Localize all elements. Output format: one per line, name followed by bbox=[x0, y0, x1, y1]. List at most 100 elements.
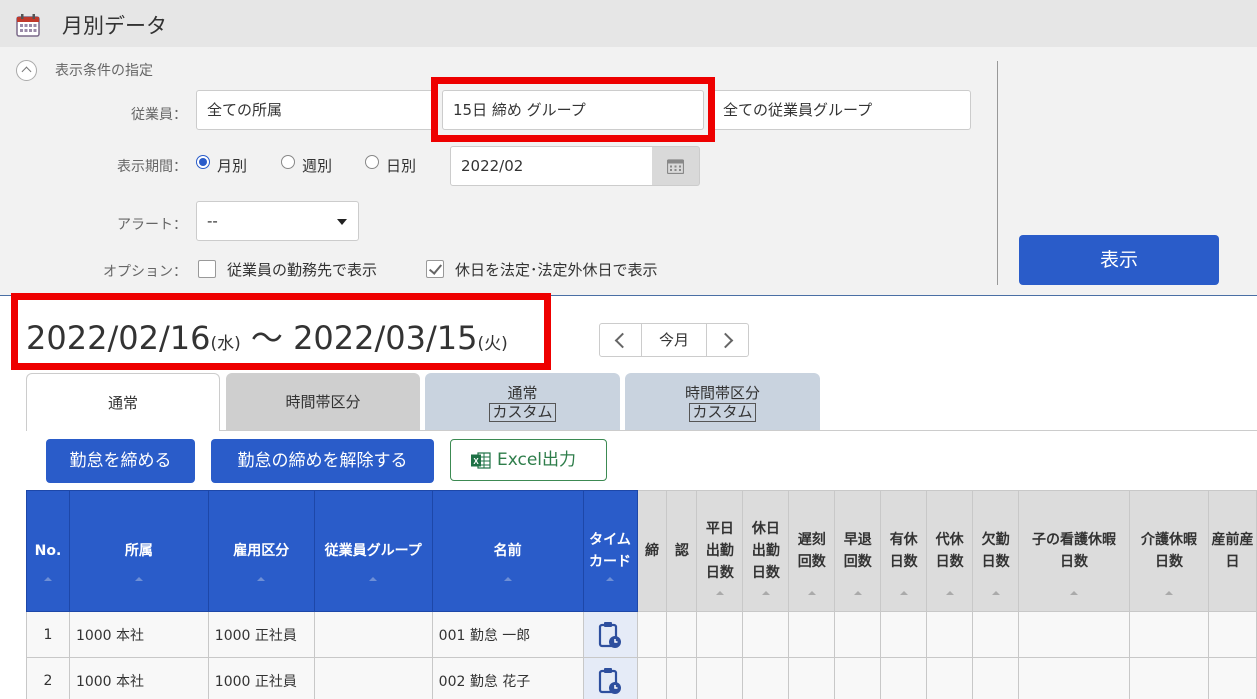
col-comp-line2: 日数 bbox=[935, 554, 964, 570]
affiliation-select[interactable]: 全ての所属 bbox=[196, 90, 436, 130]
chevron-left-icon[interactable] bbox=[600, 324, 642, 356]
alert-select-value: -- bbox=[207, 212, 218, 230]
tab-time-zone-custom[interactable]: 時間帯区分 カスタム bbox=[625, 373, 820, 431]
cell-absent bbox=[972, 657, 1020, 699]
col-late-line2: 回数 bbox=[797, 554, 826, 570]
col-approve: 認 bbox=[666, 490, 698, 612]
col-weekday-line2: 出勤 bbox=[705, 543, 734, 559]
col-nursing-leave-days[interactable]: 介護休暇 日数 bbox=[1129, 490, 1209, 612]
cell-close[interactable] bbox=[636, 611, 668, 658]
show-button[interactable]: 表示 bbox=[1019, 235, 1219, 285]
col-holiday-workdays[interactable]: 休日 出勤 日数 bbox=[742, 490, 790, 612]
cell-paid bbox=[880, 657, 928, 699]
col-paid-line1: 有休 bbox=[889, 532, 918, 548]
holiday-option-label[interactable]: 休日を法定･法定外休日で表示 bbox=[455, 259, 658, 280]
cell-employment: 1000 正社員 bbox=[207, 657, 315, 699]
col-maternity-leave-days[interactable]: 産前産日 bbox=[1207, 490, 1257, 612]
cell-holiday bbox=[742, 657, 790, 699]
cell-childcare bbox=[1018, 657, 1130, 699]
calendar-small-icon bbox=[667, 159, 684, 174]
col-timecard-line1: タイム bbox=[589, 532, 631, 548]
col-close: 締 bbox=[636, 490, 668, 612]
employee-group-select[interactable]: 全ての従業員グループ bbox=[712, 90, 971, 130]
tab-time-zone[interactable]: 時間帯区分 bbox=[226, 373, 420, 431]
col-holiday-line3: 日数 bbox=[751, 565, 780, 581]
cell-approve[interactable] bbox=[666, 657, 698, 699]
alert-select[interactable]: -- bbox=[196, 201, 359, 241]
period-monthly-label[interactable]: 月別 bbox=[217, 155, 247, 176]
tab-normal-custom[interactable]: 通常 カスタム bbox=[425, 373, 620, 431]
period-weekly-radio[interactable] bbox=[281, 155, 295, 169]
cell-close[interactable] bbox=[636, 657, 668, 699]
col-weekday-workdays[interactable]: 平日 出勤 日数 bbox=[696, 490, 744, 612]
col-employment[interactable]: 雇用区分 bbox=[207, 490, 315, 612]
cell-absent bbox=[972, 611, 1020, 658]
cell-affiliation: 1000 本社 bbox=[68, 657, 209, 699]
cell-timecard[interactable] bbox=[582, 657, 638, 699]
workplace-checkbox[interactable] bbox=[198, 260, 216, 278]
tab-time-zone-custom-label: 時間帯区分 bbox=[684, 384, 760, 402]
col-maternity-line1: 産前産 bbox=[1211, 532, 1254, 548]
period-daily-radio[interactable] bbox=[365, 155, 379, 169]
col-absent-line1: 欠勤 bbox=[981, 532, 1010, 548]
col-affiliation[interactable]: 所属 bbox=[68, 490, 209, 612]
col-paid-line2: 日数 bbox=[889, 554, 918, 570]
col-name[interactable]: 名前 bbox=[431, 490, 584, 612]
excel-export-button[interactable]: X Excel出力 bbox=[450, 439, 607, 481]
workplace-option-label[interactable]: 従業員の勤務先で表示 bbox=[227, 259, 377, 280]
period-weekly-label[interactable]: 週別 bbox=[302, 155, 332, 176]
col-early-count[interactable]: 早退 回数 bbox=[834, 490, 882, 612]
filter-heading: 表示条件の指定 bbox=[55, 63, 153, 79]
this-month-button[interactable]: 今月 bbox=[642, 324, 706, 356]
tab-normal[interactable]: 通常 bbox=[26, 373, 220, 431]
col-comp-leave-days[interactable]: 代休 日数 bbox=[926, 490, 974, 612]
table-header-row: No. 所属 雇用区分 従業員グループ 名前 タイムカード 締 認 平日出勤日数… bbox=[26, 490, 1257, 612]
date-picker-button[interactable] bbox=[652, 146, 700, 186]
option-label: オプション： bbox=[103, 264, 187, 280]
col-paid-leave-days[interactable]: 有休 日数 bbox=[880, 490, 928, 612]
period-monthly-radio[interactable] bbox=[196, 155, 210, 169]
period-label: 表示期間： bbox=[117, 159, 187, 175]
collapse-chevron-icon[interactable] bbox=[16, 60, 37, 81]
cell-nursing bbox=[1129, 611, 1209, 658]
cell-timecard[interactable] bbox=[582, 611, 638, 658]
col-no[interactable]: No. bbox=[26, 490, 70, 612]
cell-maternity bbox=[1207, 657, 1257, 699]
filter-divider bbox=[997, 61, 998, 285]
col-holiday-line1: 休日 bbox=[751, 521, 780, 537]
col-weekday-line1: 平日 bbox=[705, 521, 734, 537]
col-absent-days[interactable]: 欠勤 日数 bbox=[972, 490, 1020, 612]
col-nursing-line2: 日数 bbox=[1154, 554, 1183, 570]
col-childcare-leave-days[interactable]: 子の看護休暇 日数 bbox=[1018, 490, 1130, 612]
cell-employment: 1000 正社員 bbox=[207, 611, 315, 658]
monthly-data-table: No. 所属 雇用区分 従業員グループ 名前 タイムカード 締 認 平日出勤日数… bbox=[26, 490, 1257, 699]
timecard-icon[interactable] bbox=[598, 620, 622, 650]
cell-name: 002 勤怠 花子 bbox=[431, 657, 584, 699]
cell-comp bbox=[926, 657, 974, 699]
period-daily-label[interactable]: 日別 bbox=[386, 155, 416, 176]
col-timecard-line2: カード bbox=[589, 554, 632, 570]
col-late-count[interactable]: 遅刻 回数 bbox=[788, 490, 836, 612]
excel-export-label: Excel出力 bbox=[497, 450, 577, 470]
month-input[interactable]: 2022/02 bbox=[450, 146, 653, 186]
period-navigator: 今月 bbox=[599, 323, 749, 357]
close-attendance-button[interactable]: 勤怠を締める bbox=[46, 439, 195, 483]
col-early-line1: 早退 bbox=[843, 532, 872, 548]
table-row: 2 1000 本社 1000 正社員 002 勤怠 花子 bbox=[26, 657, 1257, 699]
col-nursing-line1: 介護休暇 bbox=[1140, 532, 1197, 548]
timecard-icon[interactable] bbox=[598, 666, 622, 696]
col-employee-group[interactable]: 従業員グループ bbox=[313, 490, 433, 612]
holiday-checkbox[interactable] bbox=[426, 260, 444, 278]
cell-name: 001 勤怠 一郎 bbox=[431, 611, 584, 658]
chevron-right-icon[interactable] bbox=[706, 324, 748, 356]
cell-late bbox=[788, 657, 836, 699]
tab-normal-custom-label: 通常 bbox=[507, 384, 538, 402]
unclose-attendance-button[interactable]: 勤怠の締めを解除する bbox=[211, 439, 434, 483]
cell-approve[interactable] bbox=[666, 611, 698, 658]
cell-early bbox=[834, 611, 882, 658]
cell-maternity bbox=[1207, 611, 1257, 658]
cell-late bbox=[788, 611, 836, 658]
cell-group bbox=[313, 657, 433, 699]
svg-text:X: X bbox=[473, 457, 479, 466]
cell-no: 1 bbox=[26, 611, 70, 658]
